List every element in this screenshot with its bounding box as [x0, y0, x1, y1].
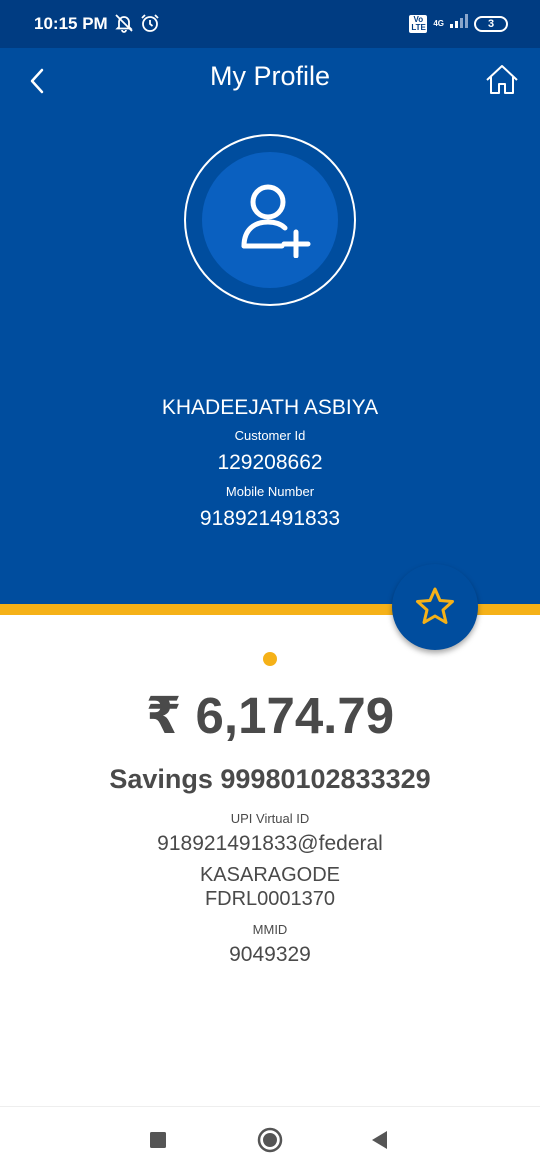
account-title: Savings 99980102833329 [109, 764, 431, 794]
page-title: My Profile [209, 61, 331, 91]
add-user-icon [241, 184, 311, 258]
recent-apps-button[interactable] [143, 1125, 173, 1155]
network-type: 4G [433, 19, 444, 28]
branch-name: KASARAGODE [199, 864, 341, 886]
volte-badge: Vo LTE [409, 14, 428, 33]
profile-header: My Profile KHADEEJATH ASBIYA Customer Id… [0, 48, 540, 604]
mmid-value: 9049329 [229, 943, 311, 966]
page-indicator-dot [263, 652, 277, 666]
status-bar: 10:15 PM Vo LTE 4G 3 [0, 0, 540, 48]
mmid-label: MMID [252, 922, 288, 937]
avatar-circle [202, 152, 338, 288]
alarm-icon [140, 13, 160, 38]
battery-indicator: 3 [474, 15, 508, 32]
mobile-value: 918921491833 [199, 507, 341, 530]
signal-icon [450, 14, 468, 33]
muted-bell-icon [114, 13, 134, 38]
circle-home-icon [257, 1127, 283, 1153]
customer-id-value: 129208662 [217, 451, 323, 474]
status-icons-right: Vo LTE 4G 3 [409, 14, 508, 33]
system-back-button[interactable] [365, 1125, 395, 1155]
account-balance: ₹ 6,174.79 [145, 687, 395, 744]
status-icons-left [114, 13, 160, 38]
home-button[interactable] [484, 62, 520, 98]
favorite-button[interactable] [392, 564, 478, 650]
triangle-back-icon [372, 1131, 387, 1149]
upi-id: 918921491833@federal [157, 832, 383, 855]
customer-name: KHADEEJATH ASBIYA [161, 396, 379, 419]
home-icon [486, 65, 518, 94]
ifsc-code: FDRL0001370 [204, 888, 336, 910]
star-icon [416, 587, 454, 624]
system-nav-bar [0, 1106, 540, 1170]
customer-id-label: Customer Id [234, 428, 306, 443]
mobile-label: Mobile Number [225, 484, 315, 499]
avatar[interactable] [184, 134, 356, 306]
square-icon [150, 1132, 166, 1148]
status-time: 10:15 PM [34, 14, 108, 33]
upi-label: UPI Virtual ID [230, 811, 310, 826]
system-home-button[interactable] [255, 1125, 285, 1155]
